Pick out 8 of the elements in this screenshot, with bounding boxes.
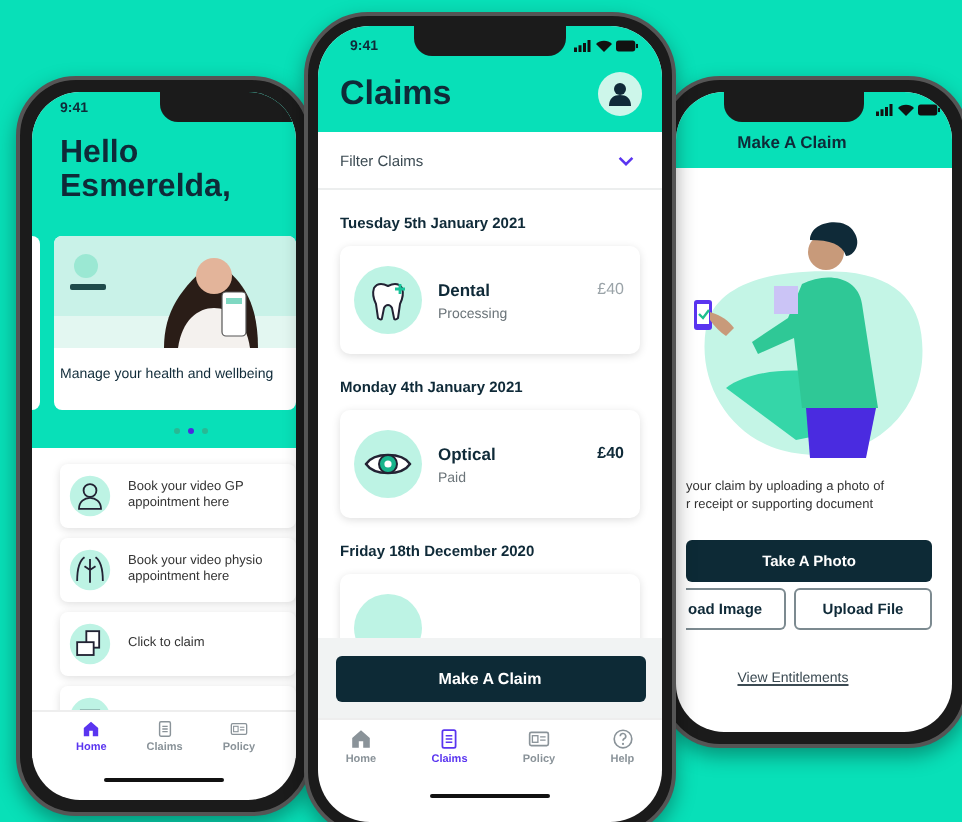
claim-amount: £40 (597, 280, 624, 298)
screen-title: Claims (340, 74, 452, 114)
claim-type: Dental (438, 279, 492, 299)
claim-amount: £40 (597, 444, 624, 462)
claim-type: Optical (438, 443, 498, 463)
make-claim-button[interactable]: Make A Claim (335, 655, 645, 701)
screen-title: Make A Claim (735, 130, 849, 156)
greeting: Hello Esmerelda, (58, 134, 233, 208)
